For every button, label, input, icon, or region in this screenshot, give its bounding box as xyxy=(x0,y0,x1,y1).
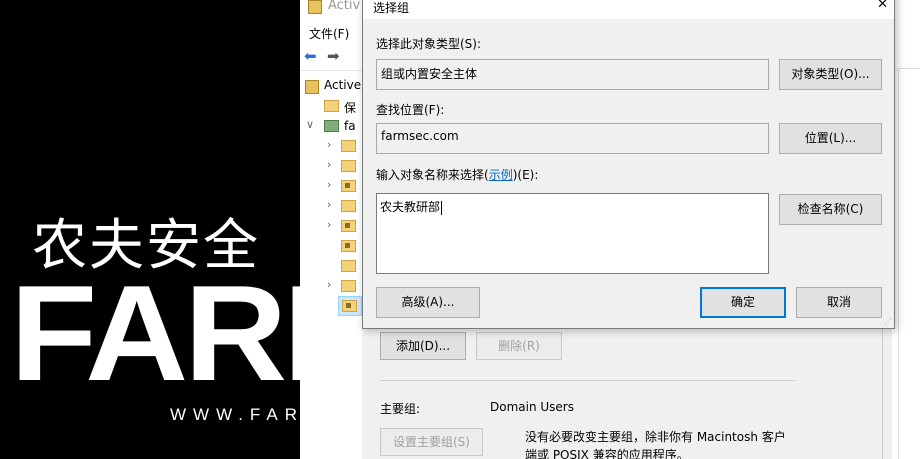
tree-item-label: 保 xyxy=(344,101,357,115)
divider xyxy=(380,380,795,381)
select-groups-dialog: 选择组 ✕ 选择此对象类型(S): 组或内置安全主体 对象类型(O)... 查找… xyxy=(362,0,895,329)
tree-item[interactable]: › xyxy=(300,176,362,196)
ad-tree-pane: Active 保 ∨ fa › › › › › › xyxy=(300,72,363,459)
ad-window-title: Activ xyxy=(328,0,361,13)
folder-icon xyxy=(324,100,339,112)
brand-panel: 农夫安全 FARM WWW.FAR xyxy=(0,0,300,459)
ad-root-icon xyxy=(305,80,319,94)
folder-icon xyxy=(341,140,356,152)
primary-group-note: 没有必要改变主要组，除非你有 Macintosh 客户端或 POSIX 兼容的应… xyxy=(525,430,786,459)
tree-item[interactable]: › xyxy=(300,156,362,176)
locked-folder-icon xyxy=(341,240,356,252)
check-names-button[interactable]: 检查名称(C) xyxy=(779,194,882,225)
location-label: 查找位置(F): xyxy=(376,103,445,117)
tree-item[interactable] xyxy=(300,256,362,276)
divider xyxy=(882,316,883,459)
close-icon[interactable]: ✕ xyxy=(877,0,888,12)
enter-names-label-suffix: )(E): xyxy=(512,168,539,182)
domain-icon xyxy=(324,120,339,132)
enter-names-label: 输入对象名称来选择(示例)(E): xyxy=(376,166,538,183)
folder-icon xyxy=(341,200,356,212)
folder-icon xyxy=(341,280,356,292)
ad-app-icon xyxy=(308,0,322,14)
tree-item[interactable] xyxy=(300,236,362,256)
chevron-right-icon[interactable]: › xyxy=(327,178,331,191)
ok-button[interactable]: 确定 xyxy=(700,287,786,318)
ad-right-pane-edge xyxy=(898,68,920,459)
tree-item-domain[interactable]: ∨ fa xyxy=(300,116,362,136)
examples-link[interactable]: 示例 xyxy=(489,168,513,182)
primary-group-label: 主要组: xyxy=(380,402,421,416)
tree-item-label: fa xyxy=(344,119,356,133)
resize-grip-icon[interactable]: ⋰ xyxy=(884,318,892,326)
location-field: farmsec.com xyxy=(376,123,769,154)
locations-button[interactable]: 位置(L)... xyxy=(779,123,882,154)
locked-folder-icon xyxy=(341,220,356,232)
advanced-button[interactable]: 高级(A)... xyxy=(376,287,480,318)
primary-group-value: Domain Users xyxy=(490,400,574,414)
brand-english-logo-text: FARM xyxy=(10,257,300,409)
folder-icon xyxy=(341,160,356,172)
cancel-button[interactable]: 取消 xyxy=(796,287,882,318)
brand-url-text: WWW.FAR xyxy=(170,405,300,424)
chevron-right-icon[interactable]: › xyxy=(327,218,331,231)
object-type-field: 组或内置安全主体 xyxy=(376,59,769,90)
object-type-label: 选择此对象类型(S): xyxy=(376,37,482,51)
divider xyxy=(899,68,920,69)
object-names-value: 农夫教研部 xyxy=(380,200,441,214)
tree-item[interactable]: › xyxy=(300,276,362,296)
tree-item[interactable]: 保 xyxy=(300,96,362,116)
tree-item[interactable]: › xyxy=(300,216,362,236)
remove-button[interactable]: 删除(R) xyxy=(476,332,562,360)
locked-folder-icon xyxy=(341,180,356,192)
locked-folder-icon xyxy=(342,300,357,312)
chevron-right-icon[interactable]: › xyxy=(327,278,331,291)
tree-root-label[interactable]: Active xyxy=(324,78,361,92)
chevron-right-icon[interactable]: › xyxy=(327,138,331,151)
tree-item[interactable]: › xyxy=(300,196,362,216)
chevron-right-icon[interactable]: › xyxy=(327,198,331,211)
enter-names-label-prefix: 输入对象名称来选择( xyxy=(376,168,489,182)
chevron-right-icon[interactable]: › xyxy=(327,158,331,171)
forward-arrow-icon[interactable]: ➡ xyxy=(327,49,340,64)
chevron-down-icon[interactable]: ∨ xyxy=(306,118,314,131)
add-button[interactable]: 添加(D)... xyxy=(380,332,466,360)
dialog-titlebar: 选择组 ✕ xyxy=(363,0,894,19)
menu-file[interactable]: 文件(F) xyxy=(309,25,349,42)
text-caret xyxy=(441,200,443,215)
folder-icon xyxy=(341,260,356,272)
member-of-properties-pane: 添加(D)... 删除(R) 主要组: Domain Users 设置主要组(S… xyxy=(362,316,892,459)
tree-item[interactable]: › xyxy=(300,136,362,156)
tree-item-selected[interactable] xyxy=(338,296,362,316)
object-types-button[interactable]: 对象类型(O)... xyxy=(779,59,882,90)
back-arrow-icon[interactable]: ⬅ xyxy=(304,49,317,64)
set-primary-group-button[interactable]: 设置主要组(S) xyxy=(380,428,483,456)
dialog-title: 选择组 xyxy=(373,1,410,15)
object-names-input[interactable]: 农夫教研部 xyxy=(376,193,769,274)
